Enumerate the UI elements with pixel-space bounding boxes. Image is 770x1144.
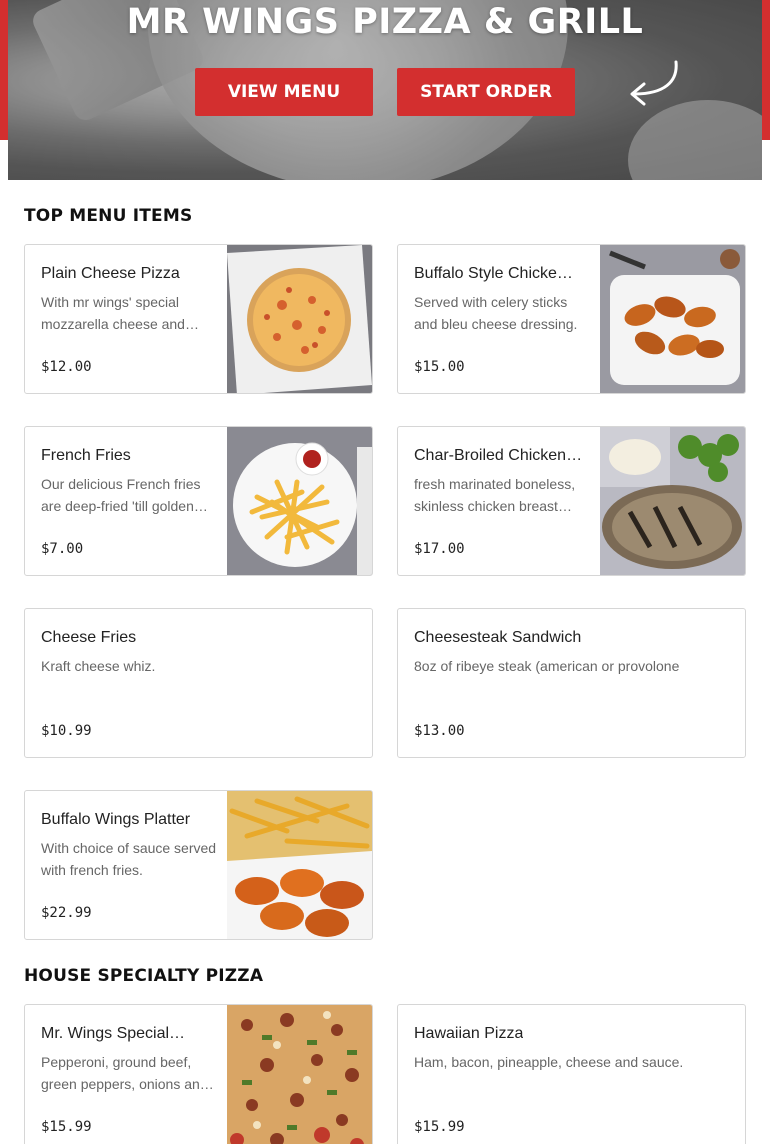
item-price: $15.99 <box>41 1119 92 1135</box>
item-name: Plain Cheese Pizza <box>41 265 180 282</box>
item-price: $17.00 <box>414 541 465 557</box>
view-menu-button[interactable]: VIEW MENU <box>195 68 373 116</box>
item-description: With choice of sauce served with french … <box>41 840 217 878</box>
item-name: Buffalo Wings Platter <box>41 811 191 828</box>
item-price: $13.00 <box>414 723 465 739</box>
item-description: Ham, bacon, pineapple, cheese and sauce. <box>414 1054 684 1070</box>
item-description: fresh marinated boneless, skinless chick… <box>414 476 576 514</box>
item-price: $15.00 <box>414 359 465 375</box>
item-name: Mr. Wings Special… <box>41 1025 186 1042</box>
menu-item-card[interactable]: Buffalo Style Chicke… Served with celery… <box>397 244 746 394</box>
menu-item-card[interactable]: Mr. Wings Special… Pepperoni, ground bee… <box>24 1004 373 1144</box>
item-name: Cheese Fries <box>41 629 137 646</box>
special-pizza-photo <box>227 1005 372 1144</box>
item-name: Cheesesteak Sandwich <box>414 629 582 646</box>
item-description: Our delicious French fries are deep-frie… <box>41 476 208 514</box>
menu-item-card[interactable]: Hawaiian Pizza Ham, bacon, pineapple, ch… <box>397 1004 746 1144</box>
wings-platter-photo <box>227 791 372 939</box>
item-price: $10.99 <box>41 723 92 739</box>
item-description: 8oz of ribeye steak (american or provolo… <box>414 658 680 674</box>
start-order-button[interactable]: START ORDER <box>397 68 575 116</box>
hero-banner: MR WINGS PIZZA & GRILL VIEW MENU START O… <box>8 0 762 180</box>
item-price: $22.99 <box>41 905 92 921</box>
menu-item-card[interactable]: Cheese Fries Kraft cheese whiz. $10.99 <box>24 608 373 758</box>
section-title-house-specialty: HOUSE SPECIALTY PIZZA <box>24 966 264 986</box>
item-description: With mr wings' special mozzarella cheese… <box>41 294 199 332</box>
menu-item-card[interactable]: Plain Cheese Pizza With mr wings' specia… <box>24 244 373 394</box>
item-price: $7.00 <box>41 541 84 557</box>
cheese-pizza-photo <box>227 245 372 393</box>
grilled-chicken-photo <box>600 427 745 575</box>
item-name: French Fries <box>41 447 131 464</box>
hero-accent-right <box>762 0 770 140</box>
section-title-top-menu: TOP MENU ITEMS <box>24 206 193 226</box>
buffalo-wings-photo <box>600 245 745 393</box>
item-description: Kraft cheese whiz. <box>41 658 156 674</box>
restaurant-title: MR WINGS PIZZA & GRILL <box>126 2 644 42</box>
french-fries-photo <box>227 427 372 575</box>
item-description: Served with celery sticks and bleu chees… <box>414 294 578 332</box>
item-price: $15.99 <box>414 1119 465 1135</box>
menu-item-card[interactable]: Char-Broiled Chicken… fresh marinated bo… <box>397 426 746 576</box>
item-name: Buffalo Style Chicke… <box>414 265 573 282</box>
curved-arrow-icon <box>630 60 678 106</box>
item-name: Hawaiian Pizza <box>414 1025 524 1042</box>
hero-accent-left <box>0 0 8 140</box>
item-name: Char-Broiled Chicken… <box>414 447 583 464</box>
menu-item-card[interactable]: Cheesesteak Sandwich 8oz of ribeye steak… <box>397 608 746 758</box>
menu-item-card[interactable]: Buffalo Wings Platter With choice of sau… <box>24 790 373 940</box>
menu-item-card[interactable]: French Fries Our delicious French fries … <box>24 426 373 576</box>
item-price: $12.00 <box>41 359 92 375</box>
item-description: Pepperoni, ground beef, green peppers, o… <box>41 1054 214 1092</box>
